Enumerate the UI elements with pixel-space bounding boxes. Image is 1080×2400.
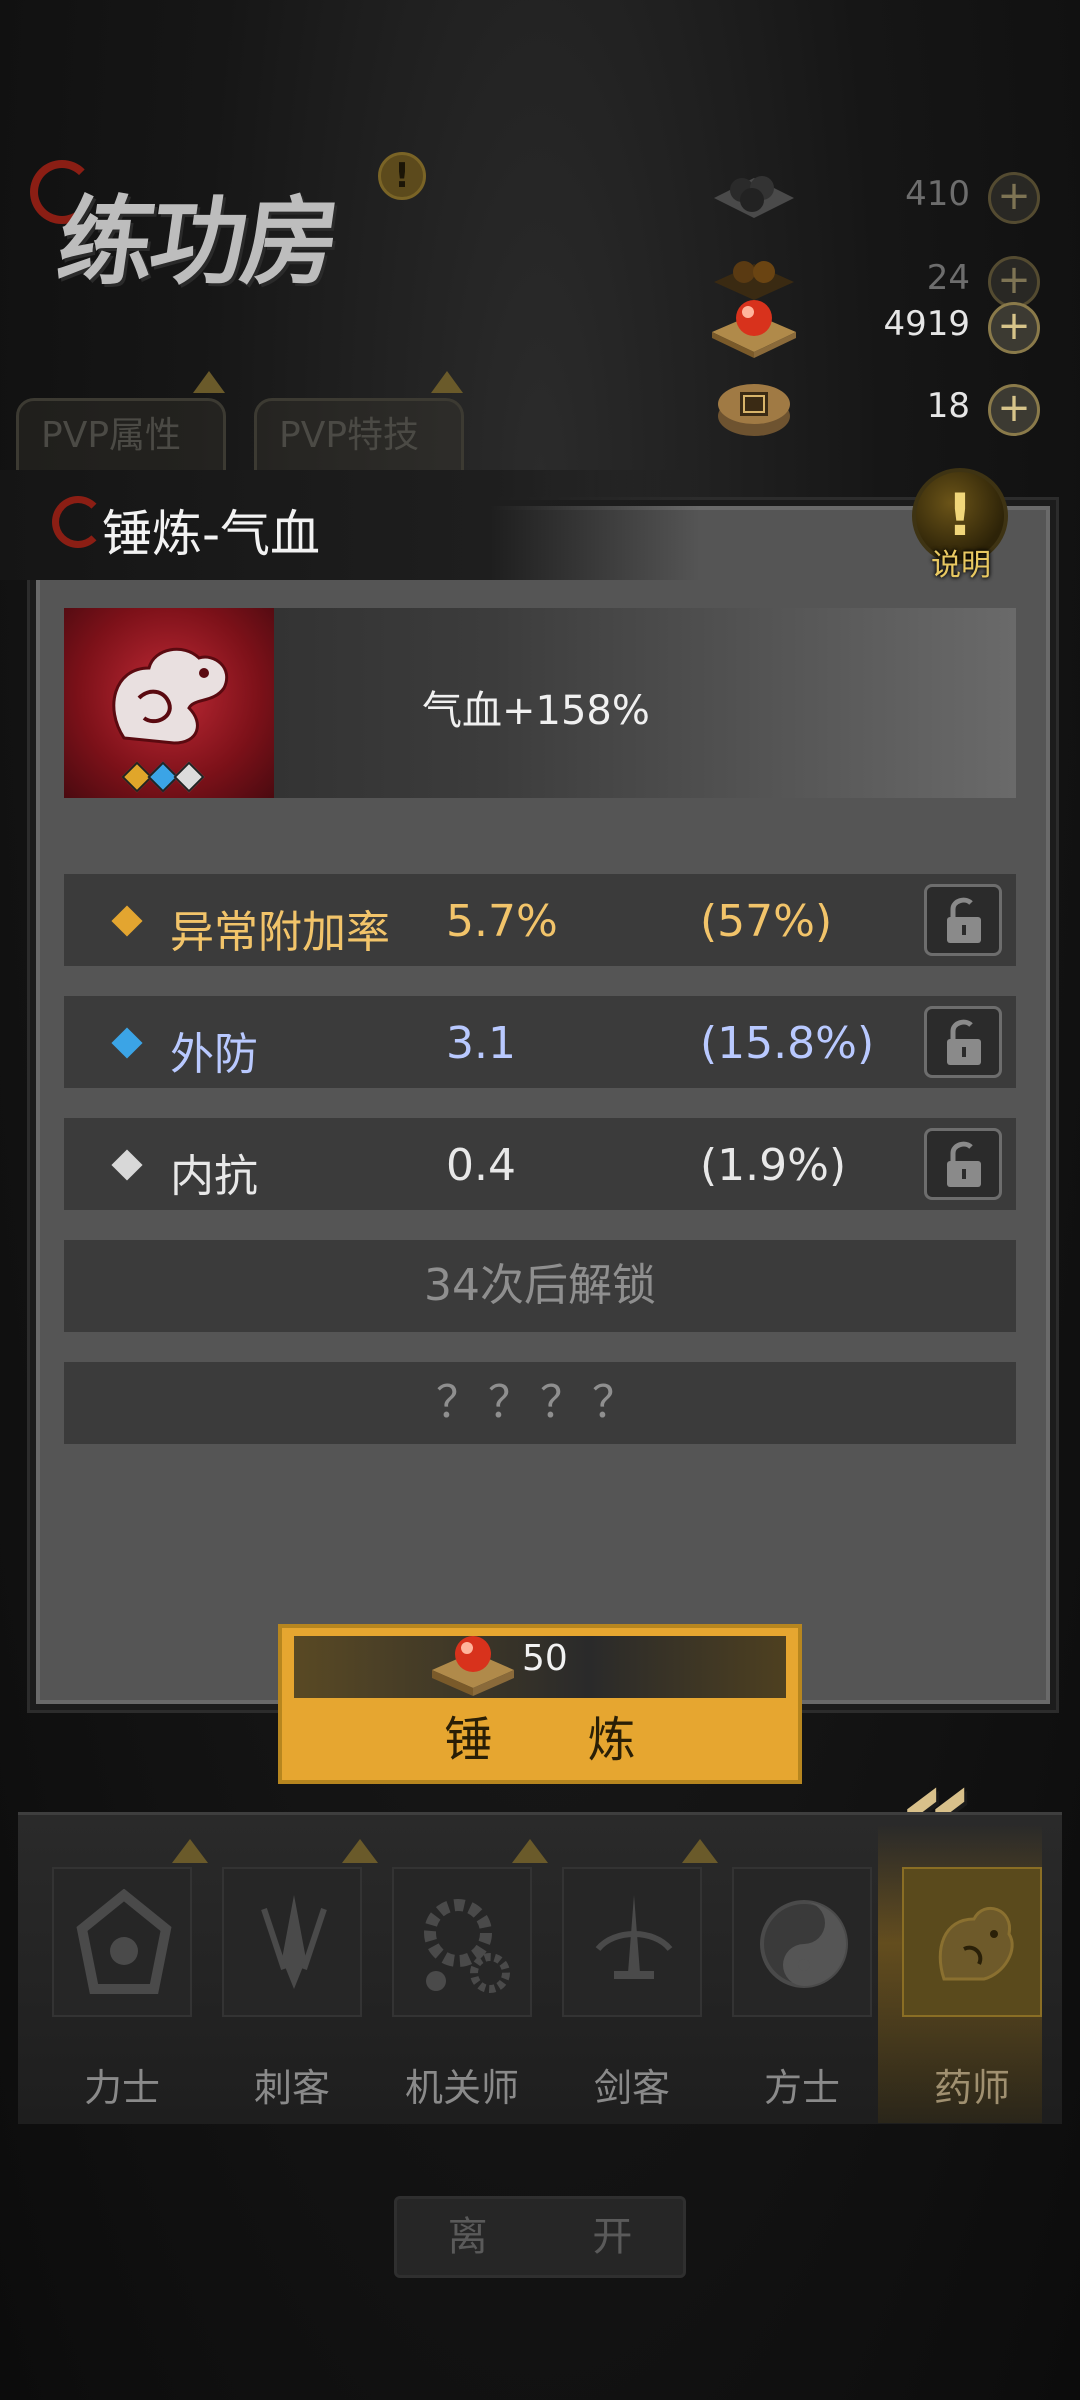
tab-label: PVP特技 [279,415,420,456]
tab-pvp-skills[interactable]: PVP特技 [254,371,464,476]
class-selector-bar: 力士 刺客 机关师 剑客 方士 药师 [18,1812,1062,2124]
upgrade-arrow-icon [172,1839,208,1863]
attribute-percent: (57%) [700,896,833,947]
class-icon-frame [52,1867,192,2017]
item-card: 气血+158% [64,608,1016,798]
class-label: 刺客 [253,2066,330,2110]
class-label: 机关师 [404,2066,519,2110]
class-item-jianke[interactable]: 剑客 [562,1839,718,2110]
red-orb-icon [432,1636,514,1696]
tab-label: PVP属性 [41,415,182,456]
shield-icon [76,1889,172,1994]
attribute-name: 内抗 [170,1151,258,1202]
sword-icon [595,1895,673,1979]
herb-beast-icon [938,1906,1014,1981]
upgrade-arrow-icon [342,1839,378,1863]
gears-icon [424,1899,510,1993]
unlock-countdown-text: 34次后解锁 [424,1260,656,1311]
upgrade-arrow-icon [682,1839,718,1863]
resource-seal-box: 18 + [710,376,1040,446]
class-icon-frame [562,1867,702,2017]
open-lock-icon [947,897,981,943]
page-title-logo: 练功房 [30,150,400,300]
swirl-emblem-icon [52,496,104,548]
resource-value: 24 [926,258,970,298]
class-item-lishi[interactable]: 力士 [52,1839,208,2110]
attribute-row: 内抗 0.4 (1.9%) [64,1118,1016,1210]
upgrade-arrow-icon [512,1839,548,1863]
forge-cost-box: 50 [278,1624,802,1704]
attribute-row: 外防 3.1 (15.8%) [64,996,1016,1088]
unlock-toggle[interactable] [924,884,1002,956]
panel-header: 锤炼-气血 [0,470,700,580]
class-icon-frame [902,1867,1042,2017]
class-label: 力士 [83,2066,160,2110]
help-button[interactable]: ! 说明 [908,468,1014,588]
attribute-name: 异常附加率 [170,907,390,958]
item-bonus-text: 气血+158% [422,688,650,734]
forge-cost-value: 50 [522,1638,568,1679]
add-red-orb-button[interactable]: + [988,302,1040,354]
page-title: 练功房 [50,185,343,298]
beast-emblem-icon [112,647,228,745]
white-diamond-icon [111,1149,143,1181]
dark-pearls-icon [714,176,794,218]
quality-gems [121,761,205,793]
resource-red-orb: 4919 + [710,294,1040,364]
resource-value: 4919 [883,304,970,344]
upgrade-arrow-icon [431,371,463,393]
class-icon-frame [392,1867,532,2017]
forge-button[interactable]: 锤 炼 [278,1700,802,1784]
attribute-percent: (15.8%) [700,1018,875,1069]
unlock-toggle[interactable] [924,1128,1002,1200]
red-orb-icon [712,300,796,358]
gold-diamond-icon [111,905,143,937]
crimson-beast-icon[interactable] [64,608,274,798]
tab-pvp-attributes[interactable]: PVP属性 [16,371,226,476]
class-icon-frame [732,1867,872,2017]
add-seal-box-button[interactable]: + [988,384,1040,436]
class-label: 药师 [933,2066,1010,2110]
class-item-yaoshi[interactable]: 药师 [902,1867,1042,2110]
resource-value: 18 [926,386,970,426]
unlock-toggle[interactable] [924,1006,1002,1078]
unknown-slot-row: ？？？？ [64,1362,1016,1444]
attribute-value: 5.7% [446,896,558,947]
alert-icon[interactable]: ! [378,152,426,200]
open-lock-icon [947,1019,981,1065]
attribute-name: 外防 [170,1029,258,1080]
class-label: 方士 [763,2066,840,2110]
leave-button[interactable]: 离 开 [394,2196,686,2278]
upgrade-arrow-icon [193,371,225,393]
seal-box-icon [718,384,790,436]
resource-value: 410 [905,174,970,214]
unknown-text: ？？？？ [436,1377,644,1428]
help-label: 说明 [931,548,991,583]
blade-icon [261,1895,327,1989]
class-icon-frame [222,1867,362,2017]
attribute-value: 0.4 [446,1140,516,1191]
open-lock-icon [947,1141,981,1187]
blue-diamond-icon [111,1027,143,1059]
attribute-percent: (1.9%) [700,1140,847,1191]
locked-slot-row: 34次后解锁 [64,1240,1016,1332]
attribute-value: 3.1 [446,1018,516,1069]
add-dark-pearls-button[interactable]: + [988,172,1040,224]
panel-title: 锤炼-气血 [102,505,321,563]
class-item-cike[interactable]: 刺客 [222,1839,378,2110]
resource-dark-pearls: 410 + [710,164,1040,234]
class-item-jiguanshi[interactable]: 机关师 [392,1839,548,2110]
white-gem-icon [173,761,205,793]
attribute-row: 异常附加率 5.7% (57%) [64,874,1016,966]
yin-yang-icon [760,1900,848,1988]
class-item-fangshi[interactable]: 方士 [732,1867,872,2110]
class-label: 剑客 [593,2066,670,2110]
